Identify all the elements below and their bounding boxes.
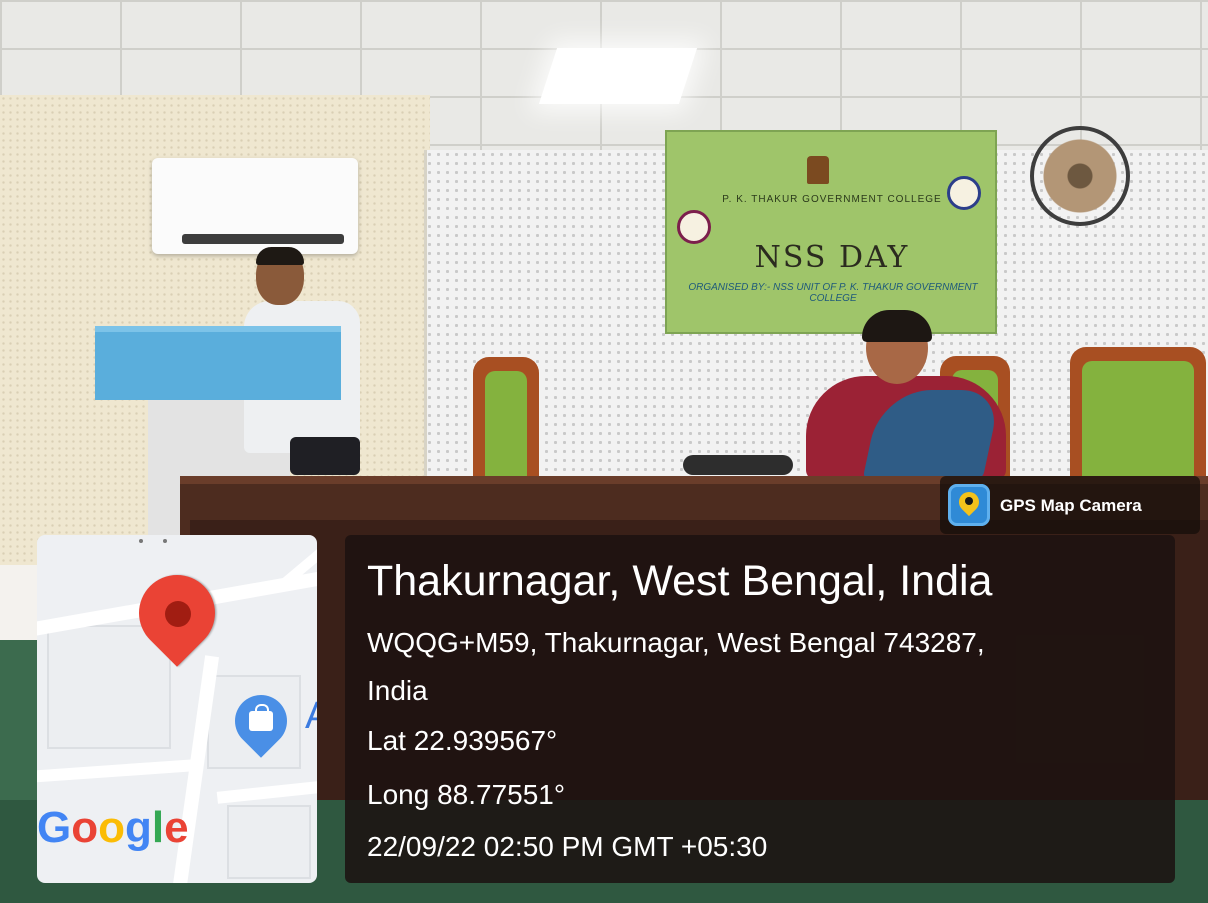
nss-day-banner: P. K. THAKUR GOVERNMENT COLLEGE NSS DAY … — [665, 130, 997, 334]
ceiling-light — [538, 48, 698, 104]
gps-map-camera-badge: GPS Map Camera — [940, 476, 1200, 534]
longitude: Long 88.77551° — [367, 779, 566, 810]
national-emblem-icon — [807, 156, 829, 184]
banner-college-name: P. K. THAKUR GOVERNMENT COLLEGE — [722, 194, 942, 205]
location-title: Thakurnagar, West Bengal, India — [367, 557, 993, 605]
google-logo: Google — [37, 803, 189, 853]
google-logo-letter: e — [164, 803, 189, 852]
chair — [1070, 347, 1206, 477]
google-logo-letter: G — [37, 803, 72, 852]
location-pin-center — [165, 601, 191, 627]
air-conditioner — [152, 158, 358, 254]
address-line-1: WQQG+M59, Thakurnagar, West Bengal 74328… — [367, 627, 985, 658]
map-place-label: A — [305, 695, 317, 738]
chair — [473, 357, 539, 477]
map-road — [37, 759, 198, 783]
shopping-bag-icon — [249, 704, 273, 731]
banner-event-title: NSS DAY — [754, 240, 910, 275]
google-logo-letter: o — [71, 803, 99, 852]
latitude: Lat 22.939567° — [367, 725, 558, 756]
google-logo-letter: g — [125, 803, 152, 852]
college-logo-icon — [677, 210, 711, 244]
map-road — [216, 778, 317, 804]
photo-scene: P. K. THAKUR GOVERNMENT COLLEGE NSS DAY … — [0, 0, 1208, 903]
podium — [95, 326, 341, 400]
location-info-panel: Thakurnagar, West Bengal, India WQQG+M59… — [345, 535, 1175, 883]
table-microphone — [683, 455, 793, 475]
wall-fan — [1030, 126, 1130, 226]
address-line-2: India — [367, 675, 428, 706]
map-pin-app-icon — [948, 484, 990, 526]
seated-person — [800, 310, 1010, 480]
google-logo-letter: o — [98, 803, 126, 852]
wall-corner — [424, 150, 427, 480]
banner-organizer: ORGANISED BY:- NSS UNIT OF P. K. THAKUR … — [688, 282, 978, 304]
timestamp: 22/09/22 02:50 PM GMT +05:30 — [367, 831, 768, 862]
google-logo-letter: l — [151, 803, 165, 852]
map-thumbnail: A Google — [37, 535, 317, 883]
gps-app-name: GPS Map Camera — [1000, 496, 1142, 515]
